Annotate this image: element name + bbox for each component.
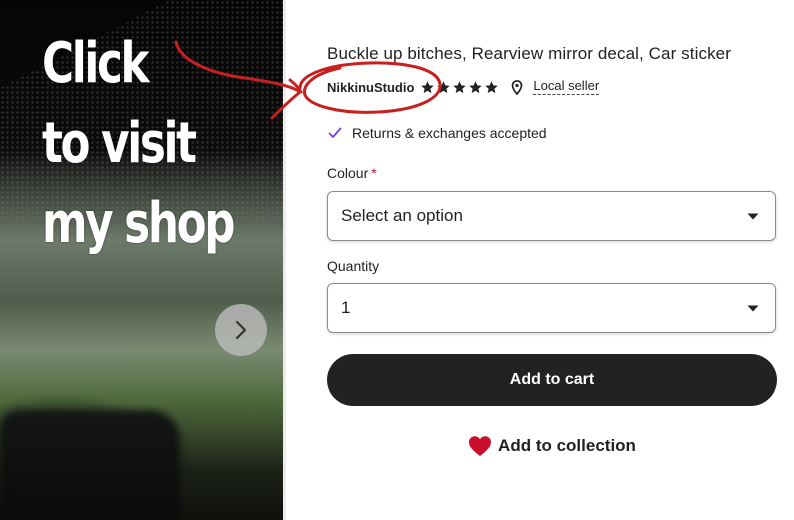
quantity-select-value: 1 <box>341 298 351 317</box>
returns-text: Returns & exchanges accepted <box>352 125 547 141</box>
rating-stars[interactable] <box>420 80 499 95</box>
colour-label: Colour * <box>327 165 377 181</box>
star-icon <box>453 80 467 93</box>
star-icon <box>469 80 483 93</box>
add-to-collection-button[interactable]: Add to collection <box>327 432 777 460</box>
colour-select-value: Select an option <box>341 206 463 225</box>
overlay-text-line1: Click <box>42 31 150 96</box>
next-image-button[interactable] <box>215 304 267 356</box>
star-icon <box>485 80 499 93</box>
caret-down-icon <box>747 213 759 220</box>
overlay-text-line3: my shop <box>42 191 236 256</box>
colour-label-text: Colour <box>327 165 369 181</box>
shop-row: NikkinuStudio Local seller <box>327 78 600 96</box>
caret-down-icon <box>747 305 759 312</box>
shop-name-link[interactable]: NikkinuStudio <box>327 80 414 95</box>
heart-icon <box>469 436 492 456</box>
quantity-label: Quantity <box>327 258 380 274</box>
product-photo: Click to visit my shop <box>0 0 283 520</box>
required-marker: * <box>371 165 377 181</box>
add-to-collection-label: Add to collection <box>498 436 636 455</box>
listing-title: Buckle up bitches, Rearview mirror decal… <box>327 44 731 63</box>
colour-select[interactable]: Select an option <box>327 191 776 241</box>
panel-divider <box>283 0 286 520</box>
location-pin-icon <box>512 79 523 95</box>
chevron-right-icon <box>235 320 247 340</box>
star-icon <box>437 80 451 93</box>
checkmark-icon <box>328 127 342 138</box>
local-seller-link[interactable]: Local seller <box>533 79 600 95</box>
overlay-text-line2: to visit <box>42 111 197 176</box>
quantity-select[interactable]: 1 <box>327 283 776 333</box>
add-to-cart-button[interactable]: Add to cart <box>327 354 777 406</box>
star-icon <box>421 80 435 93</box>
returns-info: Returns & exchanges accepted <box>328 125 547 141</box>
